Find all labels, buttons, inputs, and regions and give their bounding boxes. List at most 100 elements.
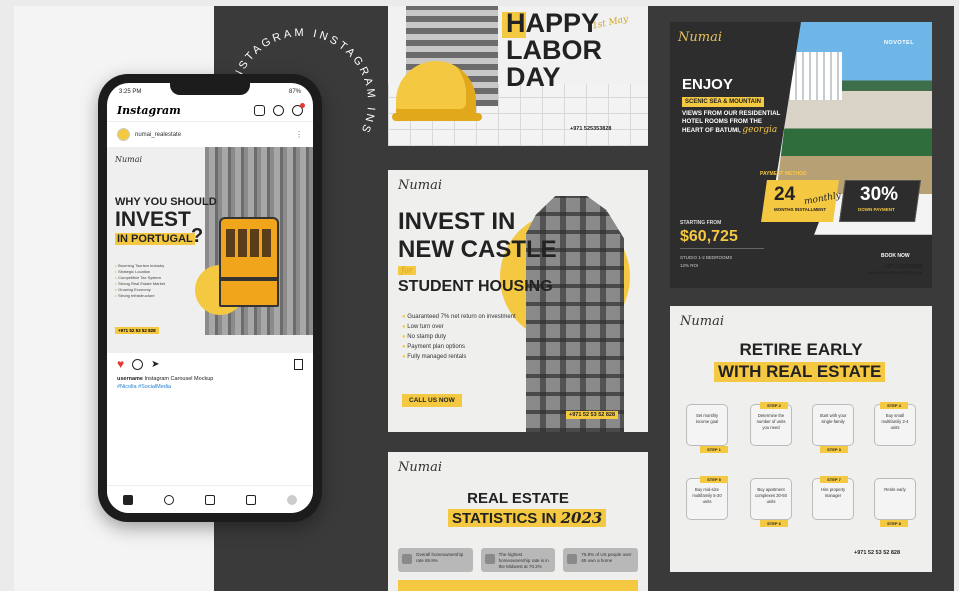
step-box: Buy apartment complexes 20-50 units [750, 478, 792, 520]
step-text: Buy mid-size multifamily 5-20 units [692, 487, 722, 504]
invest-title-2: NEW CASTLE [398, 236, 557, 263]
card-brand: Numai [398, 460, 442, 475]
step-box: Set monthly income goal [686, 404, 728, 446]
heart-icon[interactable] [273, 104, 284, 116]
comment-icon[interactable] [132, 358, 144, 370]
spec-item: 12% ROI [680, 263, 699, 268]
retire-phone: +971 52 53 52 828 [854, 550, 901, 556]
step-box: Determine the number of units you need [750, 404, 792, 446]
statistics-card: Numai REAL ESTATE STATISTICS IN 2023 Ove… [388, 452, 648, 591]
profile-icon[interactable] [287, 494, 298, 505]
stats-title-1: REAL ESTATE [467, 490, 569, 507]
spec-item: STUDIO 1-2 BEDROOMS [680, 255, 733, 260]
share-icon[interactable]: ➤ [151, 359, 159, 370]
post-image[interactable]: Numai WHY YOU SHOULD INVEST IN PORTUGAL … [107, 147, 313, 353]
list-item: Low turn over [402, 322, 516, 332]
add-post-icon[interactable] [254, 104, 265, 116]
post-bullet: Strong Infrastructure [115, 293, 165, 299]
shop-icon[interactable] [246, 494, 257, 505]
downpayment-label: DOWN PAYMENT [858, 207, 895, 212]
labor-phone: +971 525353828 [570, 126, 612, 132]
invest-for: for [398, 266, 416, 275]
retire-early-card: Numai RETIRE EARLY WITH REAL ESTATE Set … [670, 306, 932, 572]
avatar[interactable] [117, 128, 130, 141]
post-line1: WHY YOU SHOULD [115, 196, 217, 208]
card-brand: Numai [678, 30, 722, 45]
step-box: Start with your single-family [812, 404, 854, 446]
price: $60,725 [680, 228, 738, 245]
list-item: No stamp duty [402, 332, 516, 342]
phone-mockup: 3:25 PM 87% Instagram numai_realestate ⋮… [98, 74, 322, 522]
step-text: Set monthly income goal [695, 413, 719, 424]
building-image [526, 196, 624, 432]
starting-from: STARTING FROM [680, 220, 722, 226]
caption-hashtags[interactable]: #Nicolla #SocialMedia [117, 383, 303, 391]
step-label: STEP 7 [820, 476, 848, 483]
step-label: STEP 1 [700, 446, 728, 453]
caption-username[interactable]: username [117, 376, 143, 382]
stat-box: 75.8% of US people over 65 own a home [563, 548, 639, 572]
invest-newcastle-card: Numai INVEST IN NEW CASTLE for STUDENT H… [388, 170, 648, 432]
enjoy-title: ENJOY [682, 76, 733, 93]
labor-day-card: HAPPY LABOR DAY 1st May +971 525353828 [388, 6, 648, 146]
post-header: numai_realestate ⋮ [107, 121, 313, 147]
search-icon[interactable] [163, 494, 174, 505]
step-label: STEP 2 [760, 402, 788, 409]
batumi-contact: +971 525353828 WWW.NUMAIREALESTATE.COM [852, 264, 922, 276]
hotel-logo: NOVOTEL [884, 40, 915, 46]
instagram-header: Instagram [107, 99, 313, 121]
post-line3: IN PORTUGAL [115, 233, 195, 245]
invest-phone: +971 52 53 52 828 [566, 411, 619, 419]
battery-level: 87% [288, 89, 301, 95]
post-actions: ♥ ➤ [107, 353, 313, 375]
step-text: Retire early [884, 487, 906, 492]
instagram-logo: Instagram [117, 103, 181, 117]
tram-image [219, 217, 279, 307]
caption-text: Instagram Carousel Mockup [144, 376, 214, 382]
batumi-site: WWW.NUMAIREALESTATE.COM [867, 271, 922, 275]
post-question-mark: ? [191, 225, 204, 247]
post-bullets: Booming Tourism Industry Strategic Locat… [115, 263, 165, 299]
step-text: Start with your single-family [819, 413, 847, 424]
georgia-script: georgia [742, 125, 778, 135]
step-box: Hire property manager [812, 478, 854, 520]
list-item: Guaranteed 7% net return on investment [402, 312, 515, 322]
call-us-button[interactable]: CALL US NOW [402, 394, 462, 407]
more-options-icon[interactable]: ⋮ [295, 130, 303, 139]
bookmark-icon[interactable] [294, 358, 303, 370]
post-caption: username Instagram Carousel Mockup #Nico… [107, 375, 313, 391]
step-text: Buy apartment complexes 20-50 units [755, 487, 787, 504]
book-now-button[interactable]: BOOK NOW [876, 251, 915, 261]
step-label: STEP 3 [820, 446, 848, 453]
step-text: Buy small multifamily 2-4 units [881, 413, 909, 430]
phone-notch [170, 83, 250, 95]
card-brand: Numai [680, 314, 724, 329]
yellow-bar [398, 580, 638, 591]
messenger-icon[interactable] [292, 102, 305, 116]
scenic-label: SCENIC SEA & MOUNTAIN [682, 97, 765, 107]
step-label: STEP 5 [700, 476, 728, 483]
labor-title: LABOR DAY [506, 35, 602, 92]
step-box: Buy small multifamily 2-4 units [874, 404, 916, 446]
step-label: STEP 6 [760, 520, 788, 527]
labor-happy: HAPPY [506, 8, 600, 38]
hotel-photo [776, 22, 932, 194]
step-text: Hire property manager [820, 487, 846, 498]
views-text: VIEWS FROM OUR RESIDENTIAL HOTEL ROOMS F… [682, 110, 782, 135]
step-label: STEP 4 [880, 402, 908, 409]
like-icon[interactable]: ♥ [117, 357, 124, 371]
bottom-nav [107, 485, 313, 513]
retire-title-1: RETIRE EARLY [739, 340, 863, 359]
retire-title-2: WITH REAL ESTATE [714, 362, 886, 382]
stats-year: 2023 [560, 509, 603, 527]
home-icon[interactable] [122, 494, 133, 505]
invest-title-1: INVEST IN [398, 208, 516, 235]
reels-icon[interactable] [204, 494, 215, 505]
downpayment-number: 30% [860, 184, 899, 205]
stats-title-2: STATISTICS IN 2023 [448, 509, 607, 527]
divider [680, 248, 764, 249]
step-box: Retire early [874, 478, 916, 520]
header-icons [254, 102, 305, 116]
post-phone-tag: +971 52 53 52 828 [115, 327, 159, 334]
post-username[interactable]: numai_realestate [135, 132, 290, 138]
